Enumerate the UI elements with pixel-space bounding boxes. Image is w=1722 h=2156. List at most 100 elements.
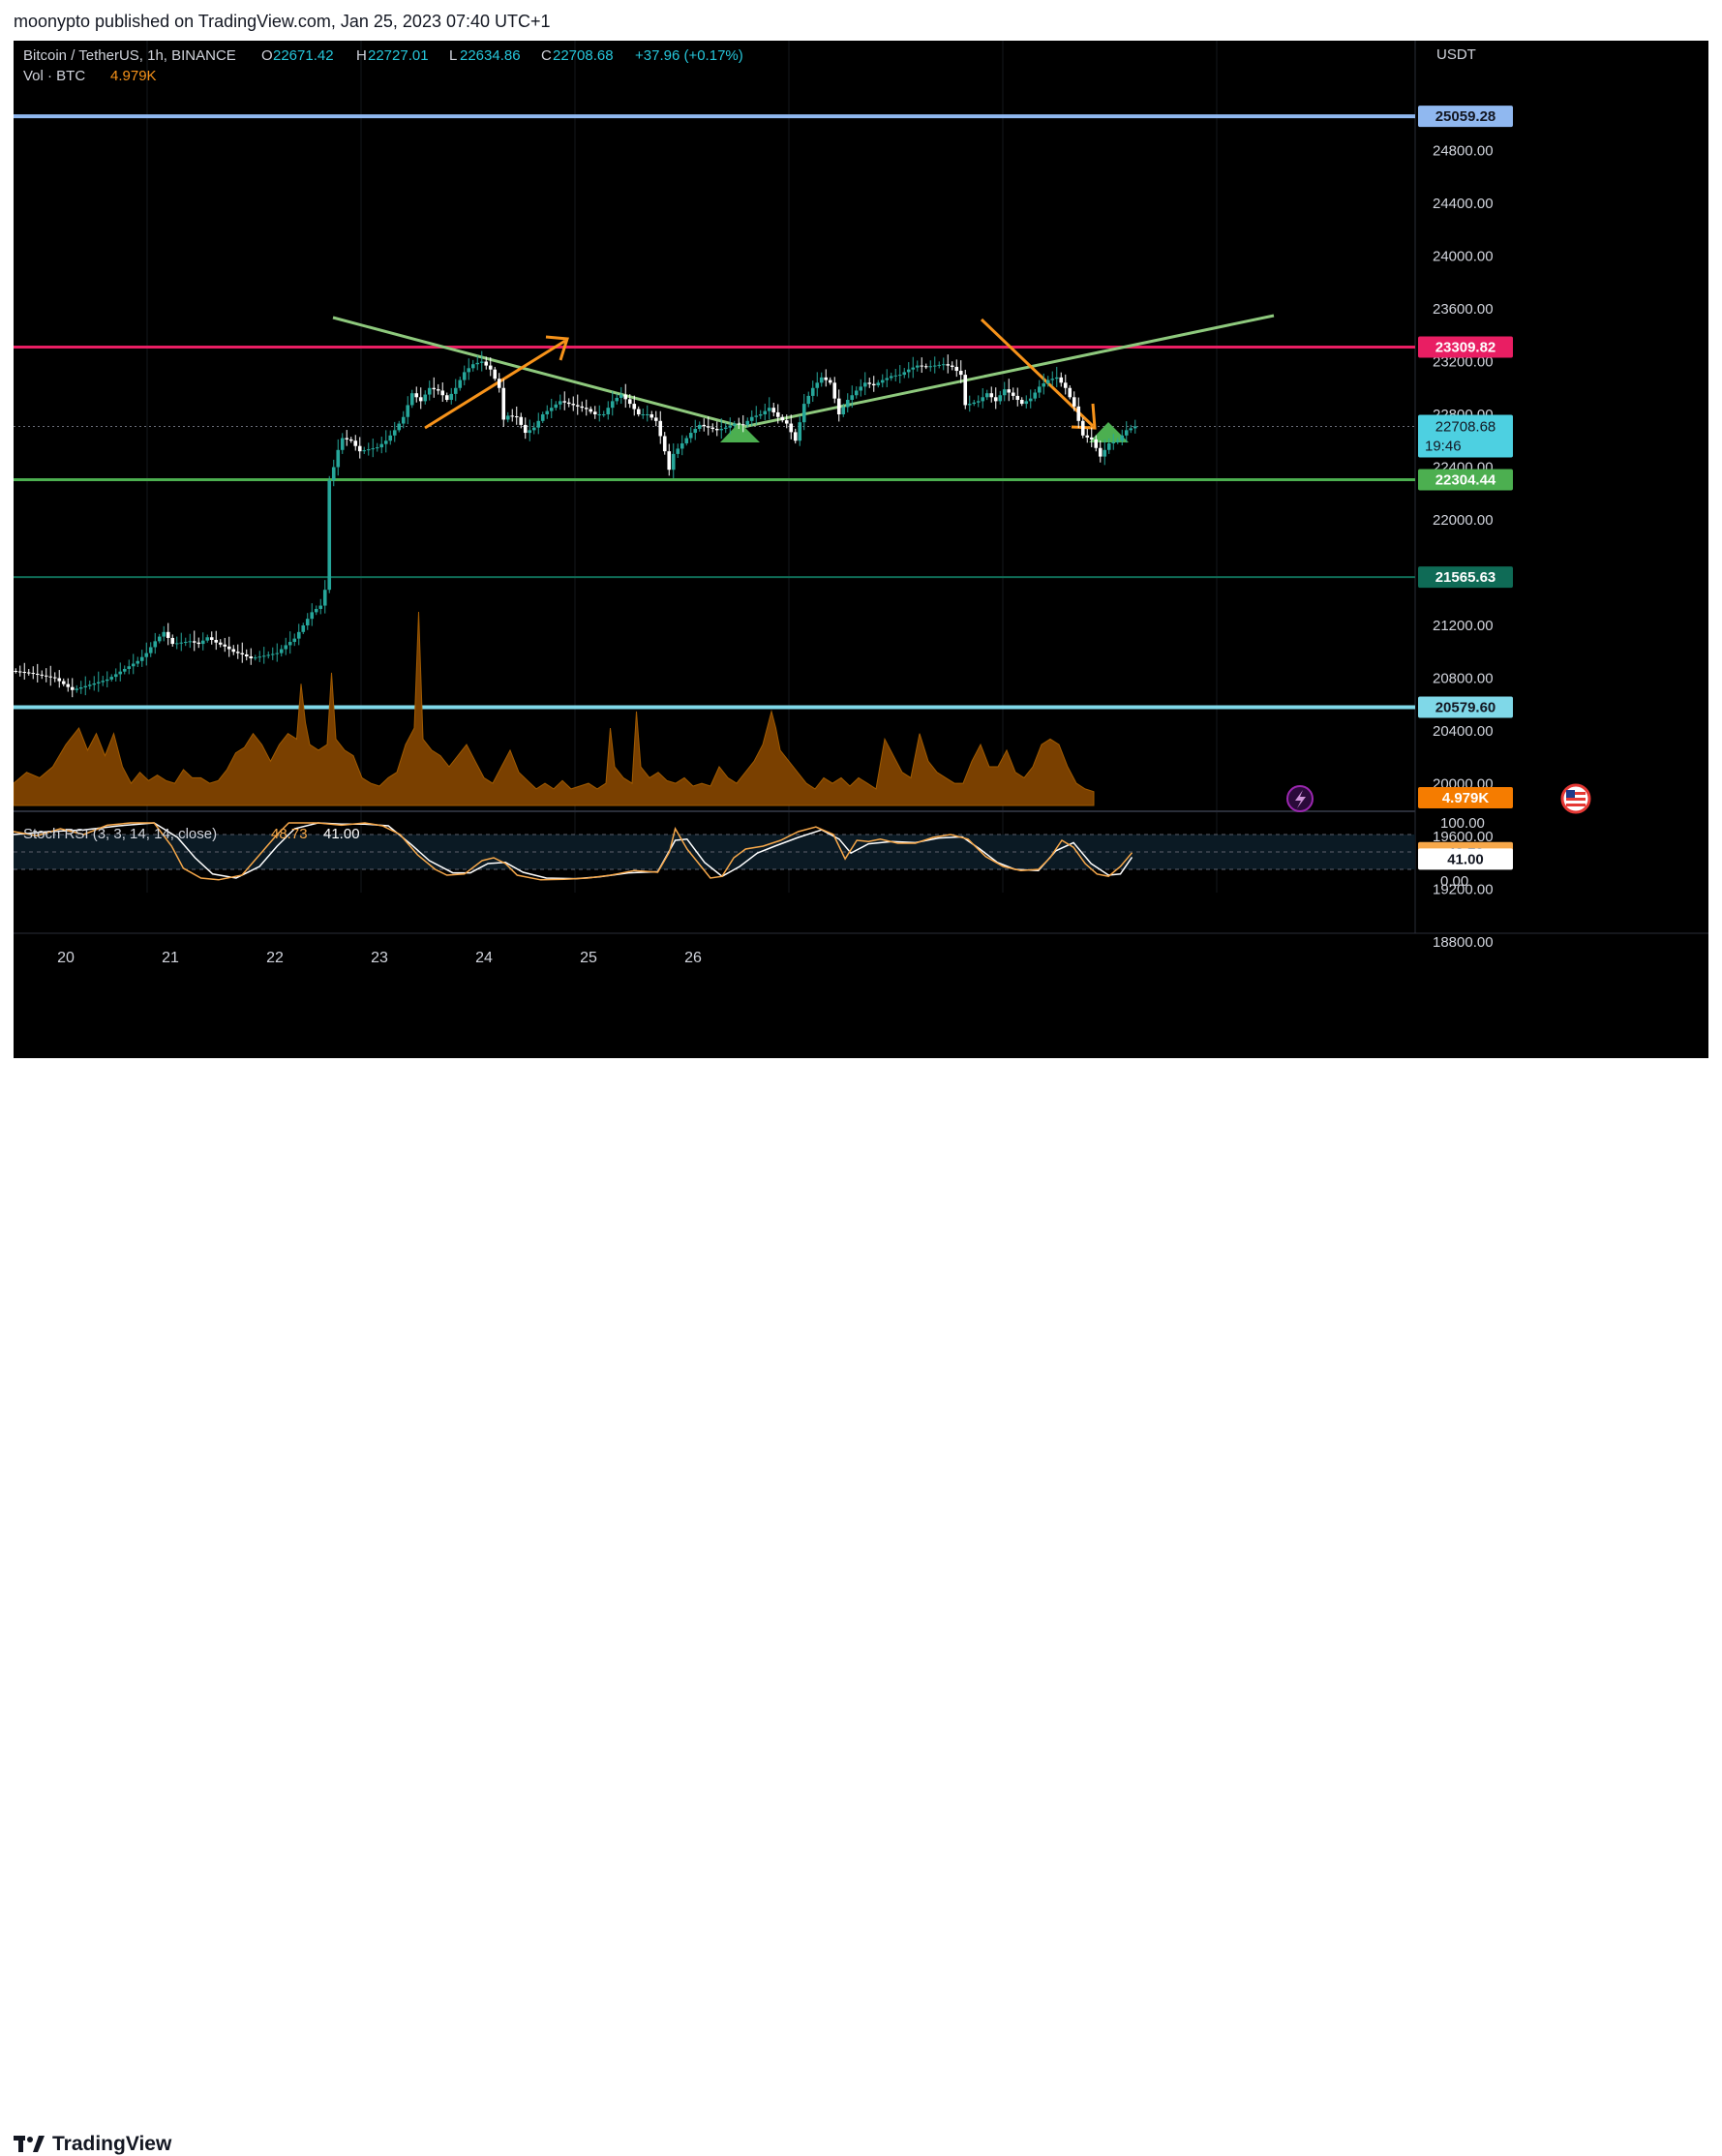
candle-body <box>170 637 175 645</box>
candle-body <box>1059 377 1064 383</box>
candle-body <box>680 442 684 449</box>
price-tick-label: 23600.00 <box>1433 301 1494 318</box>
candle-body <box>867 382 872 384</box>
candle-body <box>667 451 672 471</box>
candle-body <box>1072 397 1076 407</box>
candle-body <box>423 394 428 402</box>
candle-body <box>584 408 589 410</box>
candle-body <box>1098 447 1103 457</box>
candle-body <box>1068 387 1072 398</box>
candle-body <box>754 415 759 417</box>
candle-body <box>305 619 310 625</box>
candle-body <box>845 400 850 408</box>
price-badges: 25059.28 23309.82 22304.44 21565.63 20579.60… <box>1418 106 1513 870</box>
candle-body <box>214 639 219 643</box>
candle-body <box>266 654 271 656</box>
candle-body <box>318 605 323 609</box>
candle-body <box>806 395 811 405</box>
candle-body <box>780 416 785 421</box>
candle-body <box>841 407 846 414</box>
tradingview-logo-icon <box>14 2136 45 2152</box>
candle-body <box>571 404 576 406</box>
candle-body <box>444 395 449 401</box>
candle-body <box>296 631 301 639</box>
candle-body <box>388 435 393 441</box>
trendlines <box>332 314 1275 442</box>
candle-body <box>958 371 963 376</box>
candle-body <box>728 425 733 428</box>
candle-body <box>57 678 62 682</box>
candle-body <box>366 449 371 451</box>
candle-body <box>575 405 580 407</box>
candle-body <box>789 423 794 433</box>
candle-body <box>340 438 345 450</box>
candle-body <box>144 653 149 657</box>
candle-body <box>854 390 859 396</box>
candle-body <box>981 397 985 402</box>
countdown-badge: 19:46 <box>1425 438 1462 454</box>
candle-body <box>253 657 257 659</box>
candle-body <box>379 443 384 448</box>
candle-body <box>566 402 571 405</box>
legend-open: 22671.42 <box>273 47 334 64</box>
price-tick-label: 20800.00 <box>1433 671 1494 687</box>
candle-body <box>562 401 567 403</box>
candle-body <box>70 686 75 690</box>
candle-body <box>166 631 170 638</box>
candle-body <box>113 674 118 678</box>
candle-body <box>261 655 266 657</box>
candle-body <box>1129 428 1133 431</box>
tradingview-logo[interactable]: TradingView <box>14 2133 171 2156</box>
candle-body <box>244 653 249 657</box>
candle-body <box>798 422 802 441</box>
candle-body <box>17 671 22 673</box>
candle-body <box>1007 389 1012 393</box>
time-tick-label: 26 <box>684 950 702 966</box>
candle-body <box>44 675 48 677</box>
candle-body <box>636 409 641 414</box>
candle-body <box>824 377 829 380</box>
candle-body <box>1033 392 1038 399</box>
candle-body <box>920 365 924 367</box>
candle-body <box>758 414 763 416</box>
stoch-rsi-k-value: 48.73 <box>271 826 308 842</box>
candle-body <box>345 438 349 440</box>
candle-body <box>972 402 977 405</box>
candle-body <box>35 673 40 675</box>
candle-body <box>793 432 798 441</box>
candle-body <box>549 408 554 411</box>
candle-body <box>1120 435 1125 441</box>
chart-canvas[interactable]: USDT24800.0024400.0024000.0023600.002320… <box>13 41 1708 1058</box>
candle-body <box>92 683 97 685</box>
candle-body <box>48 676 53 678</box>
candle-body <box>362 450 367 452</box>
candle-body <box>470 364 475 369</box>
candle-body <box>484 361 489 366</box>
candle-body <box>488 365 493 370</box>
candle-body <box>946 364 951 366</box>
candle-body <box>179 642 184 644</box>
level-badge: 22304.44 <box>1435 472 1496 489</box>
price-tick-label: 24400.00 <box>1433 196 1494 212</box>
lightning-icon[interactable] <box>1286 785 1314 812</box>
level-badge: 20579.60 <box>1435 700 1496 716</box>
candle-body <box>998 395 1003 402</box>
candle-body <box>357 445 362 452</box>
chart-panel[interactable]: USDT 24800.00 24400.00 24000.00 23600.00 2320… <box>13 41 1708 1058</box>
candle-body <box>592 411 597 414</box>
legend-volume-label: Vol · BTC <box>23 68 85 84</box>
legend-low: 22634.86 <box>460 47 521 64</box>
candle-body <box>83 685 88 688</box>
candle-body <box>1042 382 1046 387</box>
time-tick-label: 24 <box>475 950 493 966</box>
candle-body <box>322 590 327 606</box>
candle-body <box>832 382 837 399</box>
candle-body <box>714 428 719 431</box>
candle-body <box>601 414 606 415</box>
candle-body <box>697 424 702 429</box>
candle-body <box>75 688 79 690</box>
us-flag-icon[interactable] <box>1560 783 1591 814</box>
candle-body <box>432 387 437 390</box>
candle-body <box>510 415 515 417</box>
candle-body <box>153 641 158 648</box>
